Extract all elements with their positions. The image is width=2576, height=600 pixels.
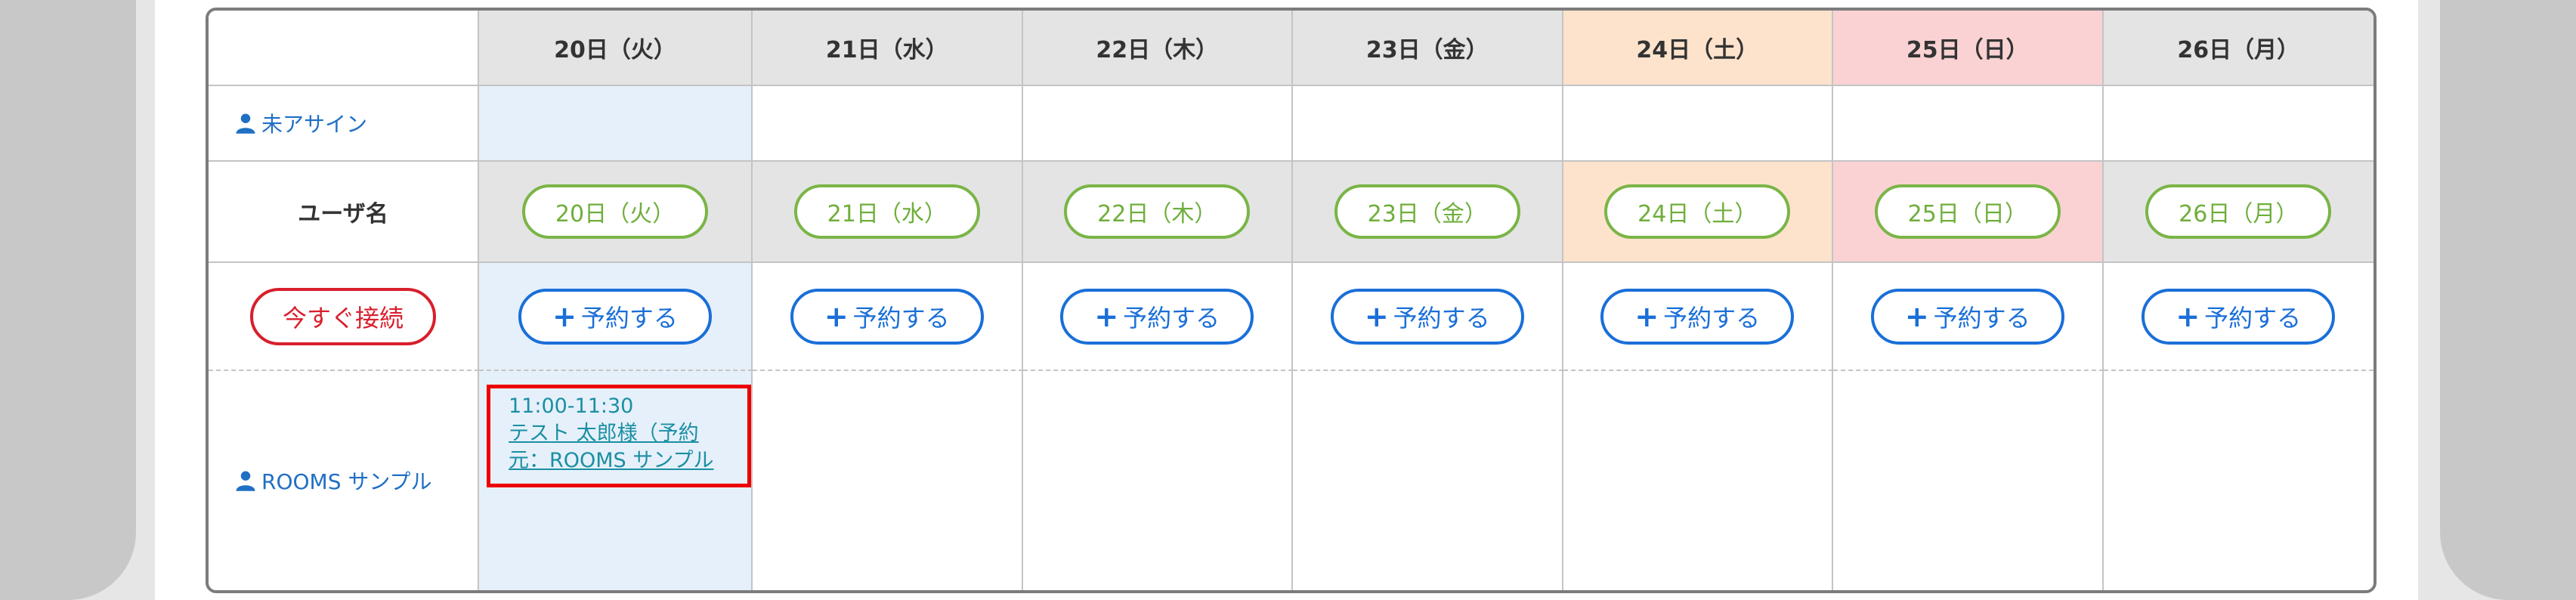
- plus-icon: +: [552, 299, 577, 333]
- day-button[interactable]: 22日（木）: [1064, 184, 1251, 239]
- reserve-label: 予約する: [1663, 303, 1761, 332]
- user-cell: ROOMS サンプル: [209, 371, 479, 590]
- reserve-button[interactable]: + 予約する: [2142, 288, 2336, 345]
- reserve-button[interactable]: + 予約する: [1060, 288, 1254, 345]
- reserve-cell: + 予約する: [2103, 263, 2373, 371]
- booking-item[interactable]: 11:00-11:30 テスト 太郎様（予約 元：ROOMS サンプル: [487, 385, 751, 487]
- plus-icon: +: [1634, 299, 1659, 333]
- user-icon: [236, 113, 255, 134]
- day-cell-sunday: 25日（日）: [1833, 162, 2104, 263]
- day-cell: 20日（火）: [479, 162, 753, 263]
- day-button[interactable]: 21日（水）: [793, 184, 980, 239]
- booking-time: 11:00-11:30: [509, 394, 634, 418]
- day-cell: 26日（月）: [2103, 162, 2373, 263]
- day-header-sunday: 25日（日）: [1833, 11, 2104, 86]
- day-header: 26日（月）: [2103, 11, 2373, 86]
- slot-cell[interactable]: [1022, 86, 1293, 162]
- day-button[interactable]: 26日（月）: [2145, 184, 2332, 239]
- day-header: 20日（火）: [479, 11, 753, 86]
- slot-cell[interactable]: [753, 86, 1023, 162]
- day-header-saturday: 24日（土）: [1563, 11, 1833, 86]
- day-button[interactable]: 20日（火）: [522, 184, 708, 239]
- unassigned-label: 未アサイン: [261, 112, 368, 137]
- reserve-cell: + 予約する: [1563, 263, 1833, 371]
- left-backdrop: [0, 0, 136, 600]
- slot-cell[interactable]: [2104, 371, 2374, 590]
- day-cell: 22日（木）: [1022, 162, 1293, 263]
- day-button[interactable]: 25日（日）: [1874, 184, 2061, 239]
- plus-icon: +: [1094, 299, 1119, 333]
- connect-cell: 今すぐ接続: [209, 263, 479, 371]
- unassigned-link[interactable]: 未アサイン: [234, 108, 367, 138]
- reserve-button[interactable]: + 予約する: [790, 288, 984, 345]
- corner-cell: [209, 11, 479, 86]
- slot-cell[interactable]: [1833, 371, 2104, 590]
- unassigned-cell: 未アサイン: [209, 86, 479, 162]
- day-cell: 21日（水）: [753, 162, 1023, 263]
- reserve-label: 予約する: [580, 303, 678, 332]
- reserve-cell: + 予約する: [753, 263, 1023, 371]
- day-button[interactable]: 23日（金）: [1334, 184, 1520, 239]
- connect-now-button[interactable]: 今すぐ接続: [250, 287, 436, 345]
- reserve-button[interactable]: + 予約する: [518, 288, 712, 345]
- slot-cell[interactable]: [1293, 86, 1563, 162]
- booking-title-link[interactable]: テスト 太郎様（予約 元：ROOMS サンプル: [509, 420, 747, 475]
- reserve-button[interactable]: + 予約する: [1870, 288, 2064, 345]
- slot-cell[interactable]: [753, 371, 1023, 590]
- reserve-label: 予約する: [1933, 303, 2030, 332]
- reserve-label: 予約する: [1123, 303, 1220, 332]
- day-header: 21日（水）: [753, 11, 1023, 86]
- day-cell: 23日（金）: [1293, 162, 1563, 263]
- day-header: 22日（木）: [1022, 11, 1293, 86]
- plus-icon: +: [1904, 299, 1929, 333]
- right-backdrop: [2440, 0, 2576, 600]
- day-button[interactable]: 24日（土）: [1604, 184, 1791, 239]
- slot-cell[interactable]: [1023, 371, 1293, 590]
- day-cell-saturday: 24日（土）: [1563, 162, 1833, 263]
- slot-cell-today: 11:00-11:30 テスト 太郎様（予約 元：ROOMS サンプル: [479, 371, 753, 590]
- slot-cell[interactable]: [1563, 371, 1833, 590]
- slot-cell[interactable]: [2103, 86, 2373, 162]
- plus-icon: +: [824, 299, 849, 333]
- slot-cell[interactable]: [1293, 371, 1563, 590]
- slot-cell[interactable]: [1833, 86, 2104, 162]
- reserve-label: 予約する: [2204, 303, 2302, 332]
- username-heading: ユーザ名: [209, 162, 479, 263]
- reserve-cell: + 予約する: [1833, 263, 2104, 371]
- user-link[interactable]: ROOMS サンプル: [234, 465, 432, 496]
- day-header: 23日（金）: [1293, 11, 1563, 86]
- plus-icon: +: [1364, 299, 1389, 333]
- plus-icon: +: [2176, 299, 2200, 333]
- reserve-label: 予約する: [852, 303, 950, 332]
- reserve-cell: + 予約する: [1022, 263, 1293, 371]
- reserve-label: 予約する: [1393, 303, 1490, 332]
- reserve-cell: + 予約する: [1293, 263, 1563, 371]
- schedule-table: 20日（火） 21日（水） 22日（木） 23日（金） 24日（土） 25日（日…: [206, 8, 2377, 593]
- reserve-cell: + 予約する: [479, 263, 753, 371]
- user-name: ROOMS サンプル: [261, 469, 432, 494]
- user-icon: [236, 471, 255, 491]
- slot-cell[interactable]: [1563, 86, 1833, 162]
- reserve-button[interactable]: + 予約する: [1600, 288, 1795, 345]
- slot-cell-today[interactable]: [479, 86, 753, 162]
- reserve-button[interactable]: + 予約する: [1330, 288, 1524, 345]
